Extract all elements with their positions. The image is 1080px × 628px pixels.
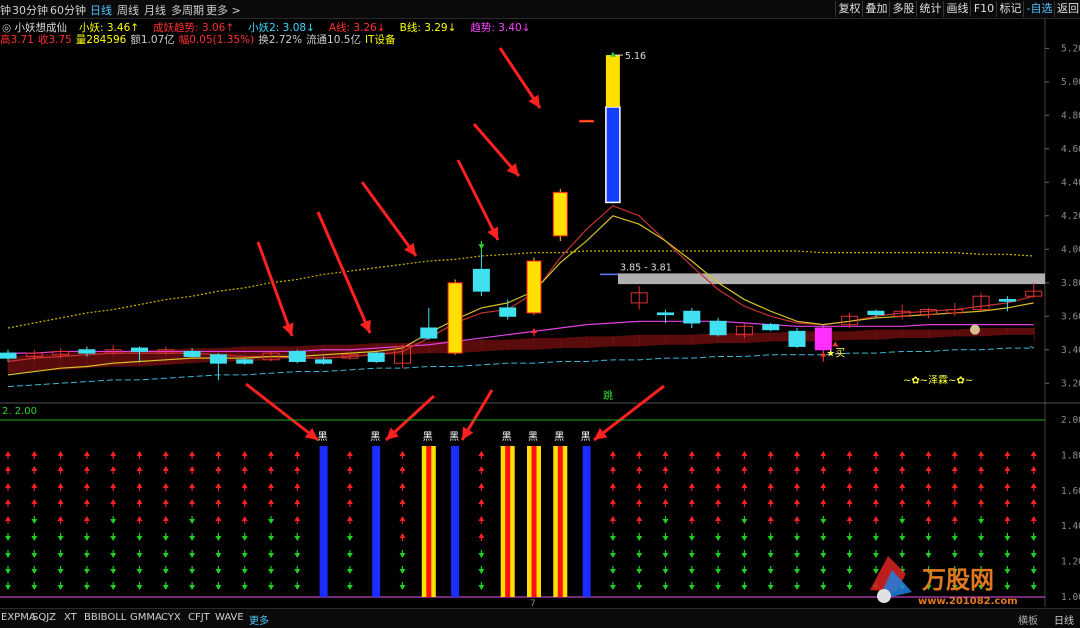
price-axis-label: 4.00 [1061,244,1080,255]
candle-body [709,320,727,336]
signal-column-red [531,446,537,597]
period-indicator: 日线 [1054,616,1074,627]
candle-body [131,347,148,352]
candle-body [605,106,621,204]
money-bag-icon [970,324,980,335]
candle-body [472,268,490,292]
price-axis-label: 4.60 [1061,144,1080,155]
watermark-url: www.201082.com [918,596,1018,607]
candle-body [579,119,595,123]
indicator-tab-bar: EXPMA SQJZ XT BBIBOLL GMMA CYX CFJT WAVE 更多 日线 横板 [0,608,1080,628]
signal-column-blue [319,446,328,597]
signal-label: 黑 [449,431,459,443]
candle-body [867,310,885,316]
jump-label: 跳 [603,389,613,402]
indicator-tab-xt[interactable]: XT [64,612,77,623]
annotation-arrow [256,241,294,337]
indicator-axis-label: 1.80 [1061,450,1080,461]
signal-column-red [505,446,511,597]
indicator-tab-bbiboll[interactable]: BBIBOLL [84,612,126,623]
signal-column-blue [582,446,591,597]
price-axis-label: 3.60 [1061,311,1080,322]
indicator-axis-label: 1.00 [1061,592,1080,603]
signal-column-red [557,446,563,597]
signal-label: 黑 [423,431,433,443]
signal-label: 黑 [554,431,564,443]
down-arrow-icon [609,51,616,57]
indicator-title: 2. 2.00 [2,406,37,417]
annotation-arrow [360,181,418,257]
indicator-axis-label: 1.60 [1061,486,1080,497]
candle-body [552,191,568,237]
candle-body [236,359,254,364]
buy-signal-label: ★买 [826,347,845,359]
candle-body [209,354,227,364]
price-axis-label: 5.00 [1061,77,1080,88]
candle-body [367,352,385,362]
price-axis-label: 4.40 [1061,177,1080,188]
resistance-zone [618,273,1045,285]
price-axis-label: 4.20 [1061,211,1080,222]
long-ma-dotted-line [7,250,1034,329]
watermark-brand: 万股网 [922,566,994,594]
signal-column-blue [372,446,381,597]
indicator-tab-更多[interactable]: 更多 [249,612,269,627]
layout-mode-button[interactable]: 横板 [1018,612,1038,627]
candle-body [657,312,674,316]
candle-body [0,352,17,359]
price-axis-label: 3.40 [1061,345,1080,356]
candle-body [683,310,701,324]
annotation-arrow [456,159,500,241]
signal-label: 黑 [318,431,328,443]
annotation-arrow [245,382,319,442]
signal-label: 黑 [502,431,512,443]
indicator-tab-gmma[interactable]: GMMA [130,612,162,623]
resistance-label: 3.85 - 3.81 [620,262,672,273]
signal-column-blue [451,446,460,597]
signal-label: 黑 [370,431,380,443]
indicator-tab-cfjt[interactable]: CFJT [188,612,210,623]
candle-cap [605,55,620,107]
price-axis-label: 4.80 [1061,110,1080,121]
candle-body [762,324,780,331]
indicator-tab-cyx[interactable]: CYX [161,612,181,623]
indicator-axis-label: 2.00 [1061,415,1080,426]
price-axis-label: 5.20 [1061,43,1080,54]
candle-body [814,327,832,351]
high-price-label: 5.16 [625,51,646,62]
indicator-tab-wave[interactable]: WAVE [215,612,244,623]
price-axis-label: 3.80 [1061,278,1080,289]
candle-body [499,307,517,317]
candle-body [78,349,96,354]
watermark-logo-icon [877,589,891,603]
indicator-axis-label: 1.40 [1061,521,1080,532]
indicator-tab-expma[interactable]: EXPMA [1,612,36,623]
candle-body [447,282,463,354]
candle-body [315,359,333,364]
candle-body [183,350,201,357]
kline-chart[interactable]: 5.20 5.00 4.80 4.60 4.40 4.20 4.00 3.80 3.60 3.40… [0,0,1080,627]
price-axis-label: 3.20 [1061,378,1080,389]
candle-body [998,299,1016,302]
annotation-arrow [316,211,372,334]
indicator-tab-sqjz[interactable]: SQJZ [32,612,56,623]
signal-label: 黑 [581,431,591,443]
candle-body [420,327,438,339]
up-arrow-icon [832,341,839,347]
signal-label: 黑 [528,431,538,443]
candle-body [288,350,306,362]
candle-body [788,330,806,347]
author-label: ~✿~泽霖~✿~ [903,374,973,386]
candle-body [526,260,542,314]
signal-column-red [426,446,432,597]
indicator-axis-label: 1.20 [1061,557,1080,568]
annotation-arrow-head [404,242,416,256]
